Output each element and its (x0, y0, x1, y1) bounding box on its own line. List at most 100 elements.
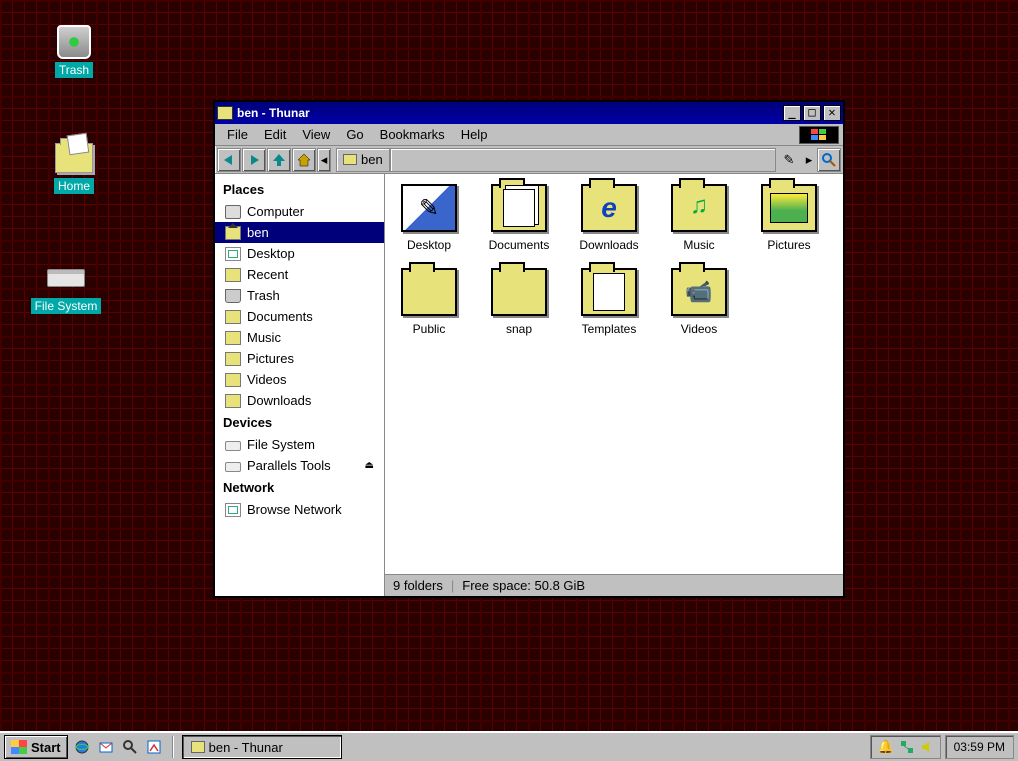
content-area[interactable]: DesktopDocumentsDownloadsMusicPictures Pu… (385, 174, 843, 596)
sidebar: Places Computer benDesktopRecent Trash Docu… (215, 174, 385, 596)
sidebar-item-file-system[interactable]: File System (215, 434, 384, 455)
sidebar-item-pictures[interactable]: Pictures (215, 348, 384, 369)
sidebar-item-recent[interactable]: Recent (215, 264, 384, 285)
folder-icon (671, 184, 727, 232)
network-header: Network (215, 476, 384, 499)
file-desktop[interactable]: Desktop (391, 184, 467, 252)
folder-icon (225, 352, 241, 366)
back-button[interactable] (217, 148, 241, 172)
sidebar-item-ben[interactable]: ben (215, 222, 384, 243)
file-templates[interactable]: Templates (571, 268, 647, 336)
desktop-icon-label: Home (54, 178, 94, 194)
quick-launch-search[interactable] (120, 737, 140, 757)
desktop-icon-label: Trash (55, 62, 93, 78)
trash-icon (54, 24, 94, 60)
sidebar-item-trash[interactable]: Trash (215, 285, 384, 306)
places-header: Places (215, 178, 384, 201)
file-pictures[interactable]: Pictures (751, 184, 827, 252)
toolbar: ◂ ben ✎ ▸ (215, 146, 843, 174)
home-icon (225, 226, 241, 240)
menu-file[interactable]: File (219, 125, 256, 144)
folder-icon (225, 331, 241, 345)
net-icon (225, 247, 241, 261)
file-videos[interactable]: Videos (661, 268, 737, 336)
icon-view[interactable]: DesktopDocumentsDownloadsMusicPictures Pu… (385, 174, 843, 574)
file-label: Templates (582, 322, 637, 336)
filesystem-icon (46, 260, 86, 296)
folder-icon (671, 268, 727, 316)
titlebar[interactable]: ben - Thunar _ □ ✕ (215, 102, 843, 124)
menu-bookmarks[interactable]: Bookmarks (372, 125, 453, 144)
minimize-button[interactable]: _ (783, 105, 801, 121)
file-label: Public (413, 322, 446, 336)
sidebar-item-label: Trash (247, 288, 280, 303)
tray-volume-icon[interactable] (920, 740, 934, 754)
desktop-icon-filesystem[interactable]: File System (28, 260, 104, 314)
path-segment[interactable]: ben (336, 148, 390, 172)
up-button[interactable] (267, 148, 291, 172)
folder-icon (343, 154, 357, 165)
home-button[interactable] (292, 148, 316, 172)
sidebar-item-videos[interactable]: Videos (215, 369, 384, 390)
file-manager-window: ben - Thunar _ □ ✕ FileEditViewGoBookmar… (213, 100, 845, 598)
file-label: snap (506, 322, 532, 336)
sidebar-item-desktop[interactable]: Desktop (215, 243, 384, 264)
sidebar-item-label: Computer (247, 204, 304, 219)
taskbar-item-thunar[interactable]: ben - Thunar (182, 735, 342, 759)
devices-header: Devices (215, 411, 384, 434)
desktop-icon-home[interactable]: Home (36, 140, 112, 194)
file-public[interactable]: Public (391, 268, 467, 336)
file-downloads[interactable]: Downloads (571, 184, 647, 252)
folder-icon (401, 268, 457, 316)
desktop-icon-label: File System (31, 298, 102, 314)
sidebar-item-label: Music (247, 330, 281, 345)
eject-icon[interactable]: ⏏ (365, 460, 374, 471)
sidebar-item-downloads[interactable]: Downloads (215, 390, 384, 411)
folder-icon (491, 268, 547, 316)
sidebar-item-label: Parallels Tools (247, 458, 331, 473)
folder-icon (225, 268, 241, 282)
menu-edit[interactable]: Edit (256, 125, 294, 144)
status-free: Free space: 50.8 GiB (462, 578, 585, 593)
sidebar-item-parallels-tools[interactable]: Parallels Tools ⏏ (215, 455, 384, 476)
file-snap[interactable]: snap (481, 268, 557, 336)
edit-path-button[interactable]: ✎ (777, 148, 801, 172)
quick-launch-desktop[interactable] (144, 737, 164, 757)
sidebar-item-computer[interactable]: Computer (215, 201, 384, 222)
folder-icon (401, 184, 457, 232)
folder-icon (225, 373, 241, 387)
menu-view[interactable]: View (294, 125, 338, 144)
folder-icon (225, 310, 241, 324)
menu-help[interactable]: Help (453, 125, 496, 144)
desktop[interactable]: Trash Home File System ben - Thunar _ □ ✕ … (0, 0, 1018, 731)
folder-icon (581, 184, 637, 232)
system-tray: 🔔 (870, 735, 940, 759)
menubar: FileEditViewGoBookmarksHelp (215, 124, 843, 146)
desktop-icon-trash[interactable]: Trash (36, 24, 112, 78)
close-button[interactable]: ✕ (823, 105, 841, 121)
window-folder-icon (217, 106, 233, 120)
sidebar-item-music[interactable]: Music (215, 327, 384, 348)
search-button[interactable] (817, 148, 841, 172)
sidebar-item-documents[interactable]: Documents (215, 306, 384, 327)
tray-notify-icon[interactable]: 🔔 (877, 739, 893, 755)
clock[interactable]: 03:59 PM (945, 735, 1014, 759)
brand-logo (799, 126, 839, 144)
path-bar[interactable] (390, 148, 776, 172)
status-count: 9 folders (393, 578, 443, 593)
quick-launch-browser[interactable] (72, 737, 92, 757)
statusbar: 9 folders | Free space: 50.8 GiB (385, 574, 843, 596)
file-documents[interactable]: Documents (481, 184, 557, 252)
maximize-button[interactable]: □ (803, 105, 821, 121)
start-button[interactable]: Start (4, 735, 68, 759)
forward-button[interactable] (242, 148, 266, 172)
path-next-button[interactable]: ▸ (802, 148, 816, 172)
quick-launch-mail[interactable] (96, 737, 116, 757)
folder-icon (191, 741, 205, 753)
menu-go[interactable]: Go (338, 125, 371, 144)
sidebar-item-browse-network[interactable]: Browse Network (215, 499, 384, 520)
tray-network-icon[interactable] (900, 740, 914, 754)
file-music[interactable]: Music (661, 184, 737, 252)
path-prev-button[interactable]: ◂ (317, 148, 331, 172)
start-logo-icon (11, 740, 27, 754)
